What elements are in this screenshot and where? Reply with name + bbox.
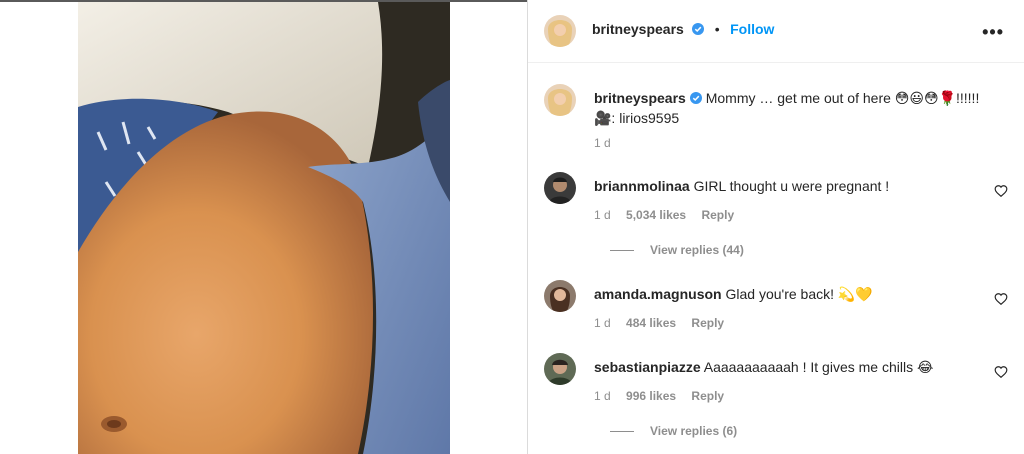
comment-body: Glad you're back! 💫💛 <box>725 286 873 302</box>
comment-meta: 1 d 484 likes Reply <box>594 316 736 330</box>
separator-dot: • <box>714 21 720 37</box>
reply-button[interactable]: Reply <box>691 316 724 330</box>
caption-text-block: britneyspears Mommy … get me out of here… <box>594 88 1004 128</box>
heart-icon[interactable] <box>994 292 1008 306</box>
media-pane <box>0 2 528 454</box>
comment-likes[interactable]: 996 likes <box>626 389 676 403</box>
view-replies-button[interactable]: View replies (44) <box>610 243 744 257</box>
comment-text-block: amanda.magnuson Glad you're back! 💫💛 <box>594 284 974 304</box>
comment-likes[interactable]: 484 likes <box>626 316 676 330</box>
commenter-avatar[interactable] <box>544 172 576 204</box>
heart-icon[interactable] <box>994 365 1008 379</box>
comment-username[interactable]: briannmolinaa <box>594 178 690 194</box>
comment-age[interactable]: 1 d <box>594 208 611 222</box>
comment-body: Aaaaaaaaaaah ! It gives me chills 😂 <box>703 359 934 375</box>
comment-age[interactable]: 1 d <box>594 389 611 403</box>
view-replies-button[interactable]: View replies (6) <box>610 424 737 438</box>
verified-icon <box>692 23 705 35</box>
author-username[interactable]: britneyspears <box>592 21 684 37</box>
post-video[interactable] <box>78 2 450 454</box>
verified-icon <box>689 92 702 104</box>
comment-username[interactable]: sebastianpiazze <box>594 359 701 375</box>
replies-line <box>610 431 634 433</box>
caption-username[interactable]: britneyspears <box>594 90 686 106</box>
comment-body: GIRL thought u were pregnant ! <box>693 178 890 194</box>
replies-line <box>610 250 634 252</box>
caption-age[interactable]: 1 d <box>594 136 611 150</box>
follow-button[interactable]: Follow <box>730 21 774 37</box>
heart-icon[interactable] <box>994 184 1008 198</box>
caption-credit: 🎥: lirios9595 <box>594 110 680 126</box>
comment: briannmolinaa GIRL thought u were pregna… <box>544 172 1014 262</box>
comment-meta: 1 d 996 likes Reply <box>594 389 736 403</box>
post-header: britneyspears • Follow ••• <box>528 0 1024 63</box>
post-side-panel: britneyspears • Follow ••• britneyspears… <box>528 0 1024 454</box>
comment-meta: 1 d 5,034 likes Reply <box>594 208 746 222</box>
author-avatar[interactable] <box>544 15 576 47</box>
commenter-avatar[interactable] <box>544 353 576 385</box>
comment: sebastianpiazze Aaaaaaaaaaah ! It gives … <box>544 353 1014 443</box>
caption-avatar[interactable] <box>544 84 576 116</box>
comment-likes[interactable]: 5,034 likes <box>626 208 686 222</box>
more-options-icon[interactable]: ••• <box>982 22 1004 43</box>
reply-button[interactable]: Reply <box>691 389 724 403</box>
reply-button[interactable]: Reply <box>701 208 734 222</box>
comment: amanda.magnuson Glad you're back! 💫💛 1 d… <box>544 280 1014 330</box>
commenter-avatar[interactable] <box>544 280 576 312</box>
video-frame <box>78 2 450 454</box>
comment-username[interactable]: amanda.magnuson <box>594 286 722 302</box>
comment-age[interactable]: 1 d <box>594 316 611 330</box>
caption-body: Mommy … get me out of here 😳😃😳🌹!!!!!! <box>705 90 980 106</box>
view-replies-label: View replies (44) <box>650 243 744 257</box>
view-replies-label: View replies (6) <box>650 424 738 438</box>
comment-text-block: briannmolinaa GIRL thought u were pregna… <box>594 176 974 196</box>
comment-text-block: sebastianpiazze Aaaaaaaaaaah ! It gives … <box>594 357 974 377</box>
